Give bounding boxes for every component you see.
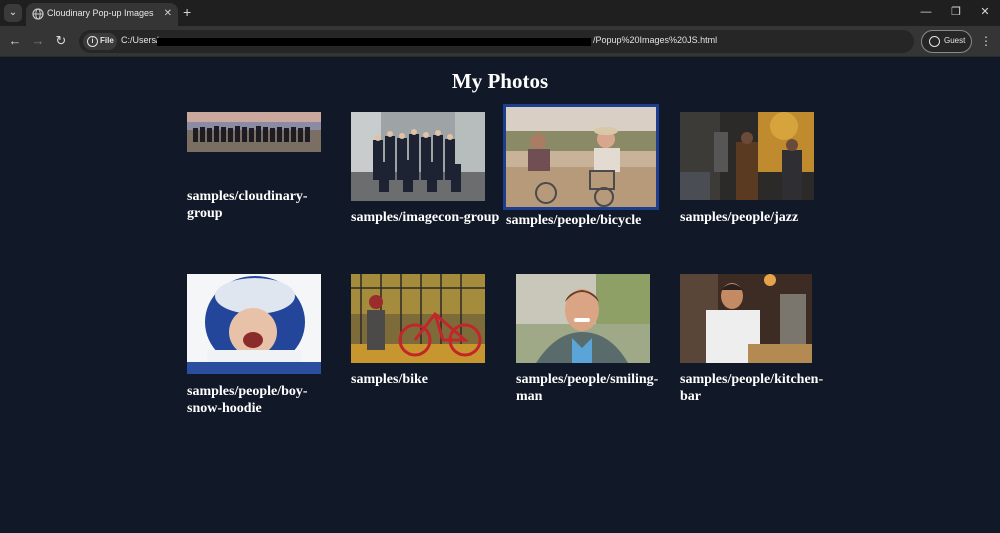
back-button[interactable]: ← xyxy=(7,33,23,49)
browser-tab[interactable]: Cloudinary Pop-up Images ✕ xyxy=(26,3,178,26)
photo-caption: samples/cloudinary-group xyxy=(187,189,308,221)
site-label: File xyxy=(100,36,114,45)
guest-profile-button[interactable]: Guest xyxy=(921,30,972,53)
forward-button[interactable]: → xyxy=(30,33,46,49)
photo-thumbnail[interactable] xyxy=(351,112,485,201)
url-text-start: C:/Users/ xyxy=(121,35,159,45)
globe-icon xyxy=(32,8,44,20)
photo-caption: samples/bike xyxy=(351,372,429,387)
tab-search-button[interactable]: ⌄ xyxy=(4,4,22,22)
photo-thumbnail[interactable] xyxy=(187,274,321,374)
restore-button[interactable]: ❐ xyxy=(946,4,966,20)
photo-caption: samples/people/kitchen-bar xyxy=(680,372,824,404)
url-redaction xyxy=(157,38,591,46)
photo-thumbnail[interactable] xyxy=(516,274,650,363)
photo-thumbnail[interactable] xyxy=(187,112,321,152)
photo-caption: samples/people/bicycle xyxy=(506,213,642,228)
photo-caption: samples/people/boy-snow-hoodie xyxy=(187,384,308,416)
photo-caption: samples/people/jazz xyxy=(680,210,799,225)
person-icon xyxy=(929,36,940,47)
photo-caption: samples/people/smiling-man xyxy=(516,372,659,404)
reload-button[interactable]: ↻ xyxy=(53,33,69,49)
close-window-button[interactable]: ✕ xyxy=(975,4,995,20)
new-tab-button[interactable]: + xyxy=(183,4,191,20)
guest-label: Guest xyxy=(944,36,966,45)
photo-thumbnail-selected[interactable] xyxy=(503,104,659,210)
minimize-button[interactable]: — xyxy=(916,4,936,20)
tab-strip: ⌄ Cloudinary Pop-up Images ✕ + — ❐ ✕ xyxy=(0,0,1000,26)
tab-title: Cloudinary Pop-up Images xyxy=(47,8,154,18)
site-info-chip[interactable]: i File xyxy=(83,33,117,50)
url-text-end: /Popup%20Images%20JS.html xyxy=(593,35,718,45)
tab-close-icon[interactable]: ✕ xyxy=(164,7,172,21)
page-content: My Photos samples/cloudinary-group sampl… xyxy=(0,57,1000,533)
browser-toolbar: ← → ↻ i File C:/Users/ /Popup%20Images%2… xyxy=(0,26,1000,57)
info-icon: i xyxy=(87,36,98,47)
page-title: My Photos xyxy=(451,69,549,93)
photo-thumbnail[interactable] xyxy=(680,112,814,200)
photo-caption: samples/imagecon-group xyxy=(351,210,500,225)
photo-thumbnail[interactable] xyxy=(680,274,812,363)
more-menu-icon[interactable]: ⋮ xyxy=(980,33,992,49)
photo-thumbnail[interactable] xyxy=(351,274,485,363)
address-bar[interactable]: i File C:/Users/ /Popup%20Images%20JS.ht… xyxy=(79,30,914,53)
